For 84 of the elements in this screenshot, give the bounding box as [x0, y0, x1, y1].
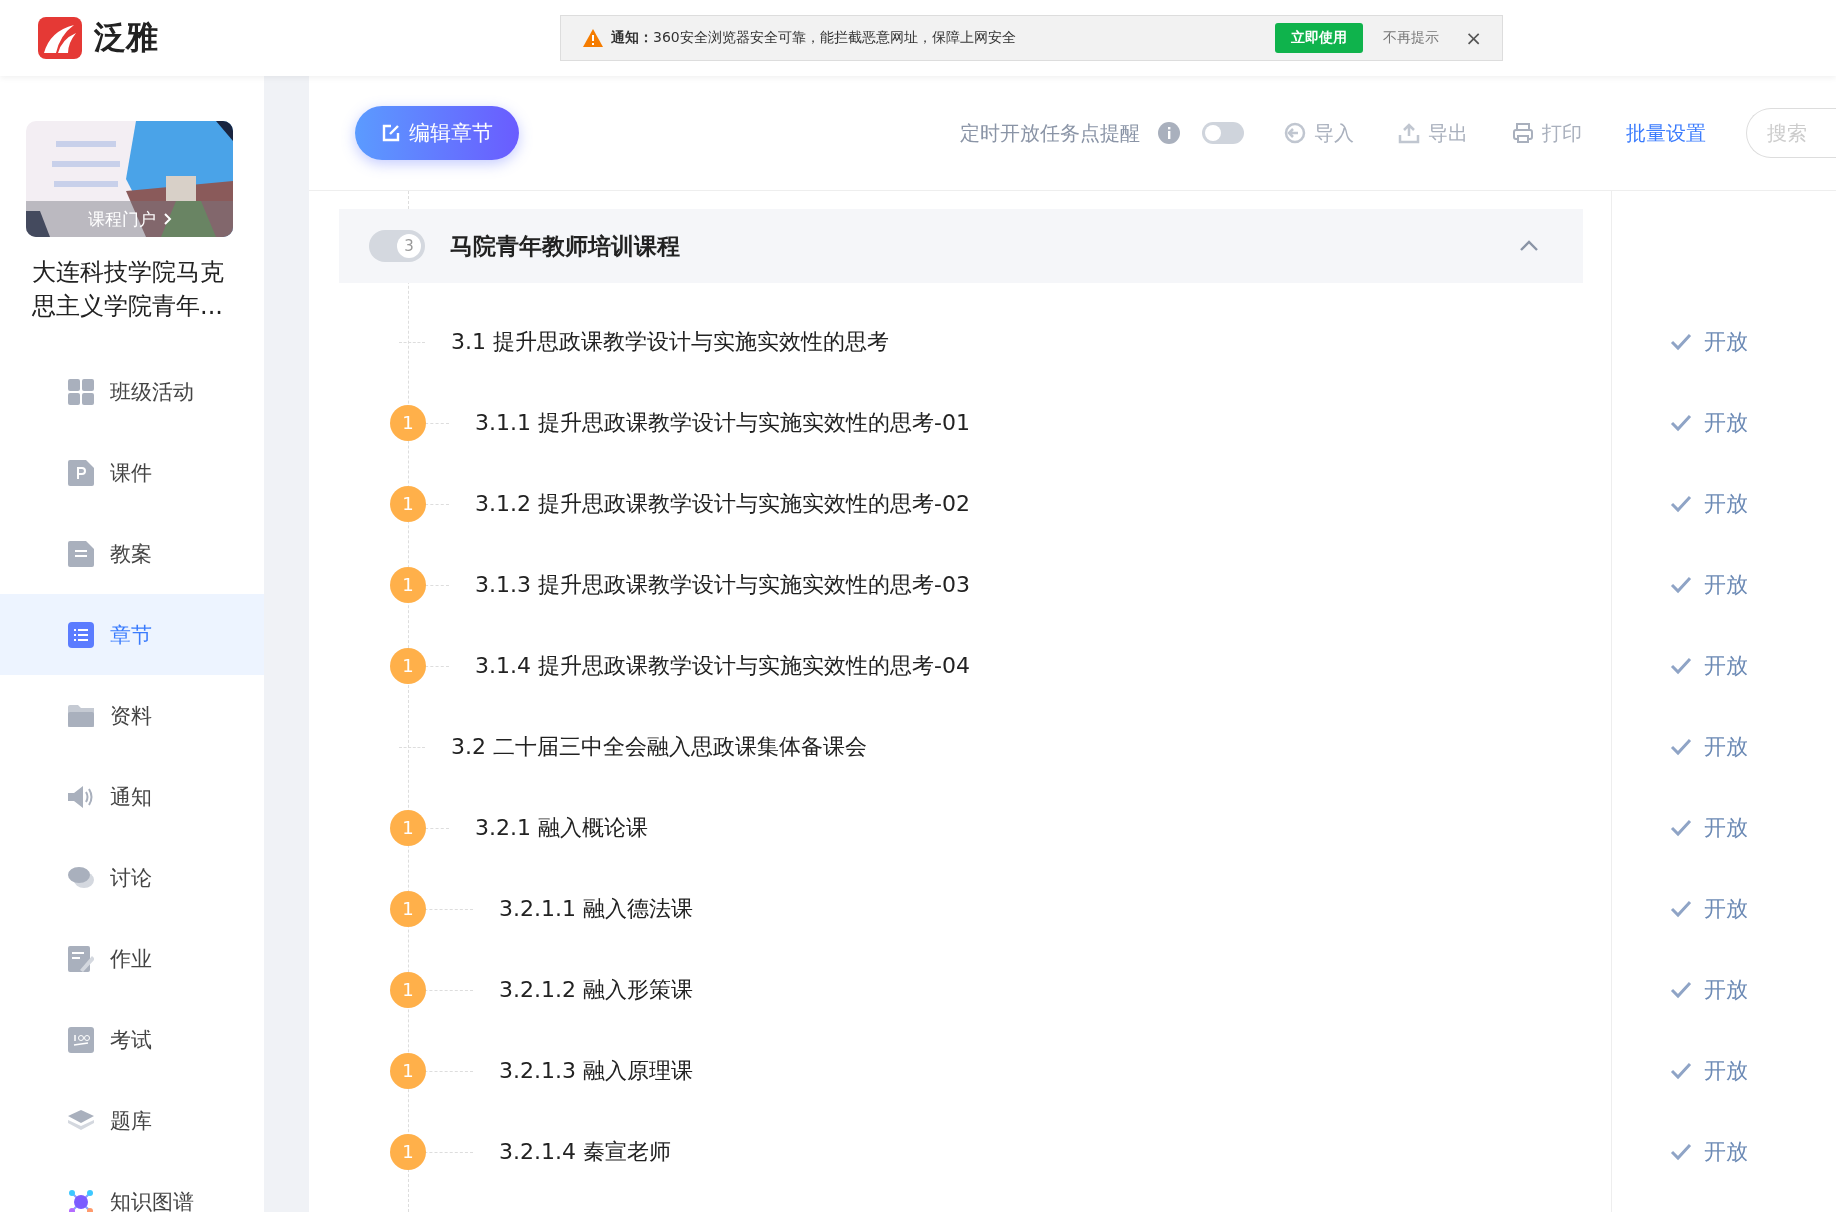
check-icon [1670, 494, 1692, 513]
count-badge: 1 [390, 1052, 426, 1089]
file-icon [68, 459, 94, 486]
status-label: 开放 [1704, 489, 1748, 518]
status-label: 开放 [1704, 570, 1748, 599]
document-icon [68, 540, 94, 567]
chat-icon [68, 864, 94, 891]
check-icon [1670, 737, 1692, 756]
count-badge: 1 [390, 890, 426, 927]
upload-icon [1398, 122, 1420, 144]
sidebar-item[interactable]: 教案 [0, 513, 264, 594]
check-icon [1670, 575, 1692, 594]
list-icon [68, 621, 94, 648]
sidebar-item[interactable]: 资料 [0, 675, 264, 756]
reminder-toggle[interactable] [1202, 122, 1244, 144]
section-title[interactable]: 3.2.1.2 融入形策课 [499, 974, 693, 1005]
logo-icon [38, 17, 82, 59]
section-title[interactable]: 3.2.1.4 秦宣老师 [499, 1136, 671, 1167]
sidebar-item[interactable]: 通知 [0, 756, 264, 837]
course-title: 大连科技学院马克思主义学院青年... [32, 257, 225, 322]
import-icon [1284, 122, 1306, 144]
section-title[interactable]: 3.1.3 提升思政课教学设计与实施实效性的思考-03 [475, 569, 970, 600]
close-icon[interactable]: × [1465, 26, 1482, 50]
section-title[interactable]: 3.2.1.1 融入德法课 [499, 893, 693, 924]
brand-name: 泛雅 [94, 17, 158, 58]
grid-icon [68, 378, 94, 405]
status-label: 开放 [1704, 813, 1748, 842]
status-label: 开放 [1704, 408, 1748, 437]
check-icon [1670, 656, 1692, 675]
check-icon [1670, 1061, 1692, 1080]
status-label: 开放 [1704, 1056, 1748, 1085]
edit-chapter-button[interactable]: 编辑章节 [355, 106, 519, 160]
status-label: 开放 [1704, 651, 1748, 680]
reminder-label: 定时开放任务点提醒 [960, 119, 1140, 147]
pencil-icon [68, 945, 94, 972]
sidebar-item[interactable]: 题库 [0, 1080, 264, 1161]
sidebar-item[interactable]: 课件 [0, 432, 264, 513]
print-icon [1512, 122, 1534, 144]
sidebar-item[interactable]: 章节 [0, 594, 264, 675]
check-icon [1670, 818, 1692, 837]
section-title[interactable]: 3.2.1 融入概论课 [475, 812, 648, 843]
section-title[interactable]: 3.2 二十届三中全会融入思政课集体备课会 [451, 731, 867, 762]
sidebar-item[interactable]: 讨论 [0, 837, 264, 918]
section-title[interactable]: 3.2.1.3 融入原理课 [499, 1055, 693, 1086]
check-icon [1670, 413, 1692, 432]
status-label: 开放 [1704, 1137, 1748, 1166]
section-title[interactable]: 3.1.4 提升思政课教学设计与实施实效性的思考-04 [475, 650, 970, 681]
status-label: 开放 [1704, 327, 1748, 356]
speaker-icon [68, 783, 94, 810]
folder-icon [68, 702, 94, 729]
count-badge: 1 [390, 971, 426, 1008]
batch-settings-link[interactable]: 批量设置 [1626, 119, 1706, 147]
status-label: 开放 [1704, 894, 1748, 923]
score-icon [68, 1026, 94, 1053]
chapter-header[interactable]: 3 马院青年教师培训课程 [339, 209, 1583, 283]
sidebar-item[interactable]: 考试 [0, 999, 264, 1080]
count-badge: 1 [390, 485, 426, 522]
count-badge: 1 [390, 566, 426, 603]
chapter-title: 马院青年教师培训课程 [450, 231, 680, 261]
sidebar-item[interactable]: 班级活动 [0, 351, 264, 432]
section-title[interactable]: 3.1.1 提升思政课教学设计与实施实效性的思考-01 [475, 407, 970, 438]
edit-icon [381, 123, 401, 143]
network-icon [68, 1188, 94, 1212]
check-icon [1670, 332, 1692, 351]
status-label: 开放 [1704, 975, 1748, 1004]
sidebar-item[interactable]: 作业 [0, 918, 264, 999]
sidebar-item[interactable]: 知识图谱 [0, 1161, 264, 1212]
dismiss-link[interactable]: 不再提示 [1383, 29, 1440, 47]
count-badge: 1 [390, 1133, 426, 1170]
count-badge: 1 [390, 647, 426, 684]
caret-icon[interactable] [1519, 240, 1539, 252]
count-badge: 1 [390, 404, 426, 441]
status-label: 开放 [1704, 732, 1748, 761]
check-icon [1670, 1142, 1692, 1161]
count-badge: 1 [390, 809, 426, 846]
section-title[interactable]: 3.1 提升思政课教学设计与实施实效性的思考 [451, 326, 889, 357]
count-badge: 3 [369, 230, 425, 262]
check-icon [1670, 980, 1692, 999]
check-icon [1670, 899, 1692, 918]
info-icon [1158, 122, 1180, 144]
chevron-right-icon [163, 213, 172, 225]
warning-icon [583, 29, 603, 47]
section-title[interactable]: 3.1.2 提升思政课教学设计与实施实效性的思考-02 [475, 488, 970, 519]
notice-text: 通知：360安全浏览器安全可靠，能拦截恶意网址，保障上网安全 [611, 29, 1017, 47]
